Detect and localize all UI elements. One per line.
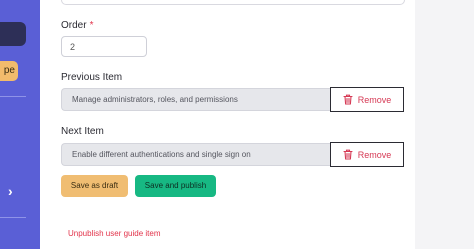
order-label: Order * — [61, 20, 94, 31]
trash-icon — [343, 94, 353, 105]
previous-item-field: Manage administrators, roles, and permis… — [61, 88, 331, 111]
required-mark: * — [89, 20, 94, 31]
order-input[interactable]: 2 — [61, 36, 147, 57]
remove-label: Remove — [357, 94, 392, 105]
previous-field-bottom — [61, 0, 405, 5]
previous-item-label: Previous Item — [61, 72, 123, 83]
right-panel — [415, 0, 474, 249]
save-draft-button[interactable]: Save as draft — [61, 175, 128, 197]
sidebar-badge[interactable]: pe — [0, 61, 18, 81]
remove-label: Remove — [357, 149, 392, 160]
remove-next-button[interactable]: Remove — [330, 142, 404, 167]
sidebar-divider — [0, 96, 26, 97]
sidebar-active-item[interactable] — [0, 22, 26, 46]
sidebar: pe › — [0, 0, 40, 249]
sidebar-divider — [0, 217, 26, 218]
chevron-right-icon[interactable]: › — [8, 183, 13, 199]
next-item-field: Enable different authentications and sin… — [61, 143, 331, 166]
next-item-label: Next Item — [61, 126, 104, 137]
unpublish-link[interactable]: Unpublish user guide item — [68, 229, 161, 238]
remove-previous-button[interactable]: Remove — [330, 87, 404, 112]
trash-icon — [343, 149, 353, 160]
save-publish-button[interactable]: Save and publish — [135, 175, 216, 197]
